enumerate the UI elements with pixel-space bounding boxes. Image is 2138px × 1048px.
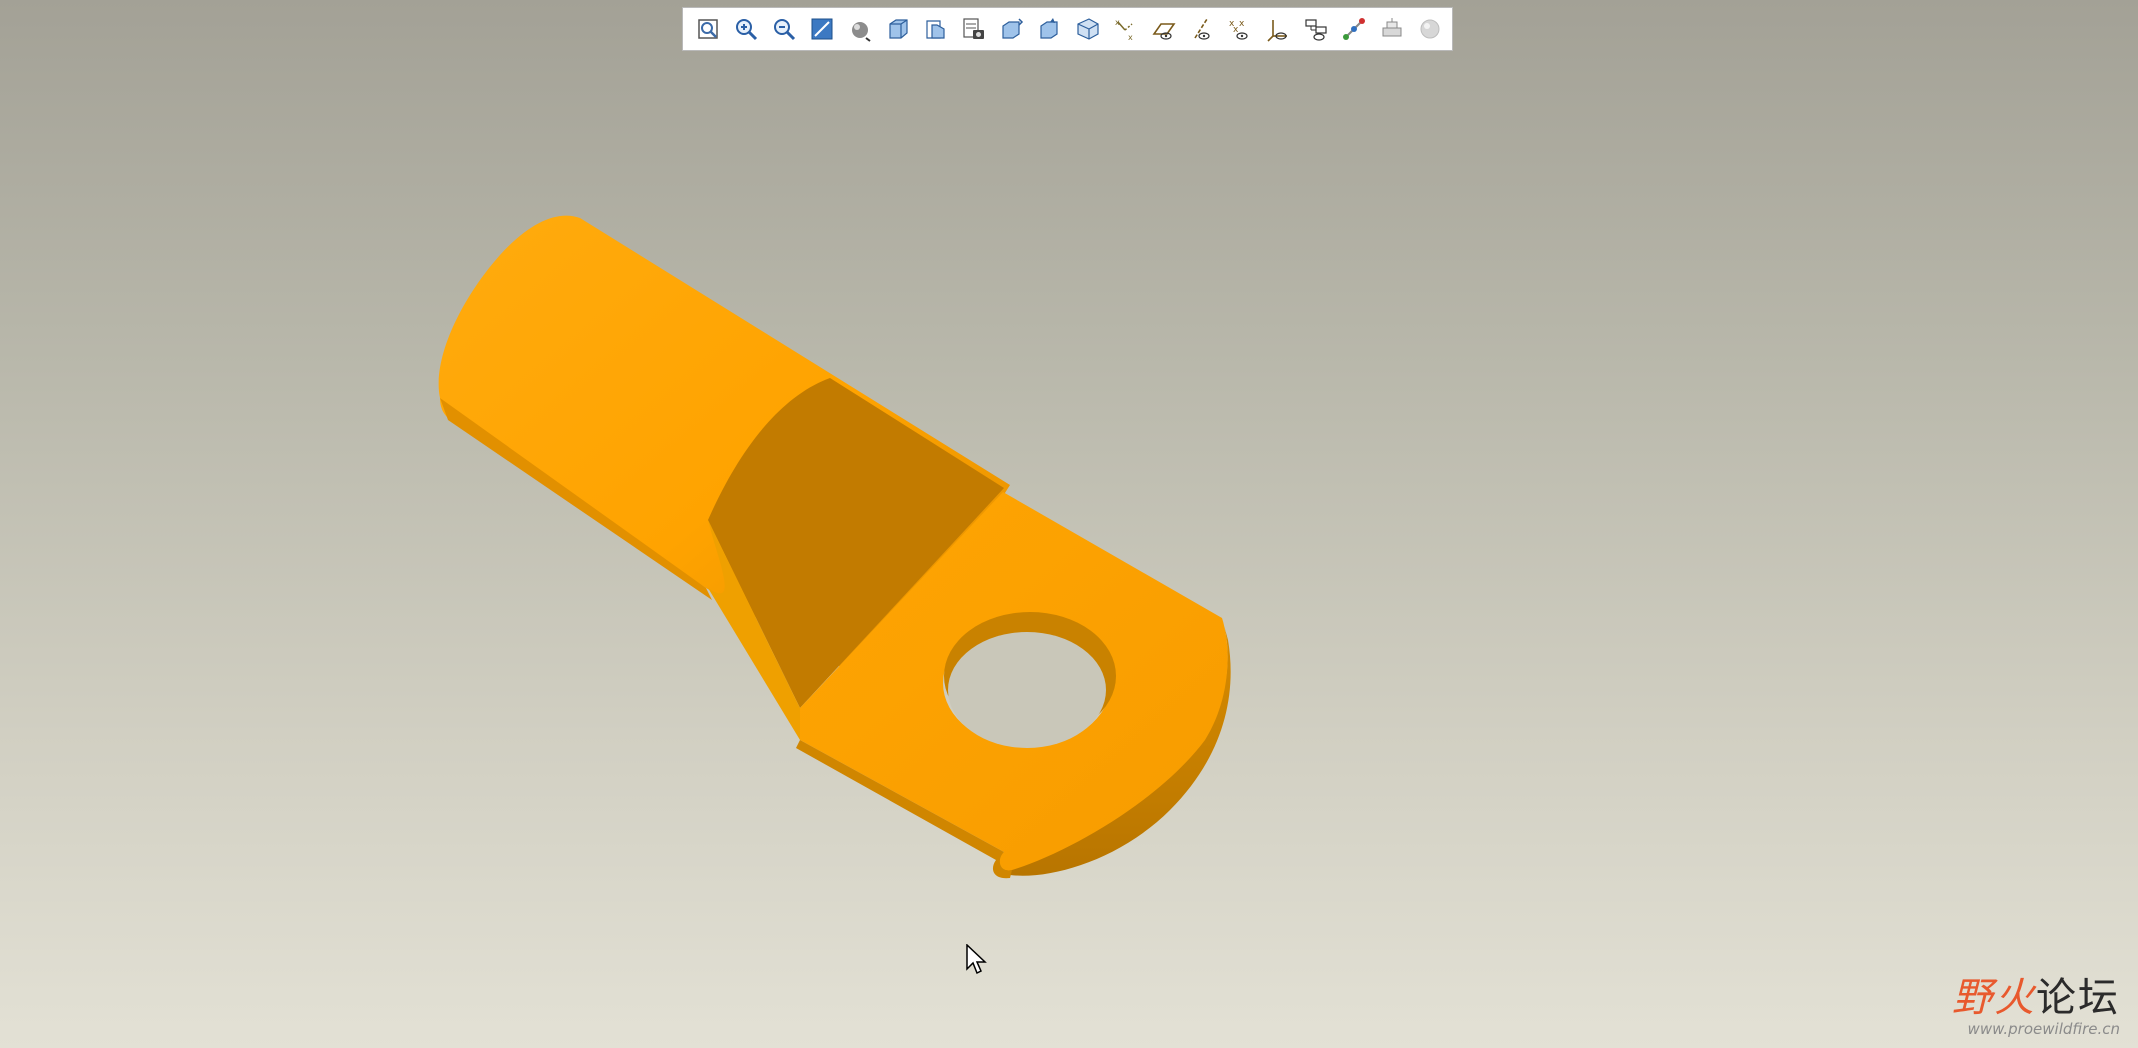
watermark-title-red: 野火 [1952, 975, 2036, 1021]
orient-icon [1002, 18, 1024, 39]
annotation-display-button[interactable]: xx [1109, 12, 1143, 46]
orient-button[interactable] [995, 12, 1029, 46]
watermark-title-dark: 论坛 [2036, 975, 2120, 1021]
sketch-display-icon [1343, 18, 1365, 40]
mouse-cursor-icon [966, 944, 987, 975]
reorient-icon [1040, 18, 1058, 39]
zoom-in-icon [736, 19, 758, 41]
refit-icon [698, 19, 718, 39]
axis-display-button[interactable] [1185, 12, 1219, 46]
svg-text:x: x [1128, 33, 1133, 42]
perspective-icon [1077, 18, 1099, 40]
graphics-viewport[interactable]: xxxxx 野火论坛 www.proewildfire.cn [0, 0, 2138, 1048]
model-tree-icon [1305, 19, 1327, 41]
forum-watermark: 野火论坛 www.proewildfire.cn [1952, 976, 2120, 1038]
reorient-button[interactable] [1033, 12, 1067, 46]
render-sphere-icon [1420, 19, 1440, 39]
repaint-button[interactable] [805, 12, 839, 46]
spin-center-button[interactable] [843, 12, 877, 46]
csys-display-icon [1267, 20, 1287, 42]
saved-views-button[interactable] [919, 12, 953, 46]
zoom-in-button[interactable] [729, 12, 763, 46]
plane-display-icon [1152, 23, 1176, 40]
saved-views-icon [926, 20, 945, 39]
view-toolbar: xxxxx [682, 7, 1453, 51]
zoom-out-icon [774, 19, 796, 41]
repaint-icon [811, 18, 833, 40]
view-manager-icon [963, 18, 984, 39]
plane-display-button[interactable] [1147, 12, 1181, 46]
lug-hole [948, 632, 1106, 748]
display-style-icon [889, 19, 908, 39]
perspective-button[interactable] [1071, 12, 1105, 46]
watermark-title: 野火论坛 [1952, 976, 2120, 1020]
zoom-out-button[interactable] [767, 12, 801, 46]
render-sphere-button[interactable] [1413, 12, 1447, 46]
model-tree-button[interactable] [1299, 12, 1333, 46]
cable-lug-model[interactable] [0, 0, 2138, 1048]
appearance-button[interactable] [1375, 12, 1409, 46]
display-style-button[interactable] [881, 12, 915, 46]
spin-center-icon [852, 22, 871, 42]
appearance-icon [1382, 18, 1402, 37]
svg-text:x: x [1115, 18, 1120, 27]
axis-display-icon [1194, 18, 1210, 40]
csys-display-button[interactable] [1261, 12, 1295, 46]
sketch-display-button[interactable] [1337, 12, 1371, 46]
watermark-url: www.proewildfire.cn [1967, 1020, 2120, 1038]
point-display-button[interactable]: xxx [1223, 12, 1257, 46]
annotation-display-icon: xx [1115, 18, 1133, 42]
refit-button[interactable] [691, 12, 725, 46]
svg-text:x: x [1239, 19, 1245, 29]
point-display-icon: x xx [1229, 19, 1248, 40]
view-manager-button[interactable] [957, 12, 991, 46]
